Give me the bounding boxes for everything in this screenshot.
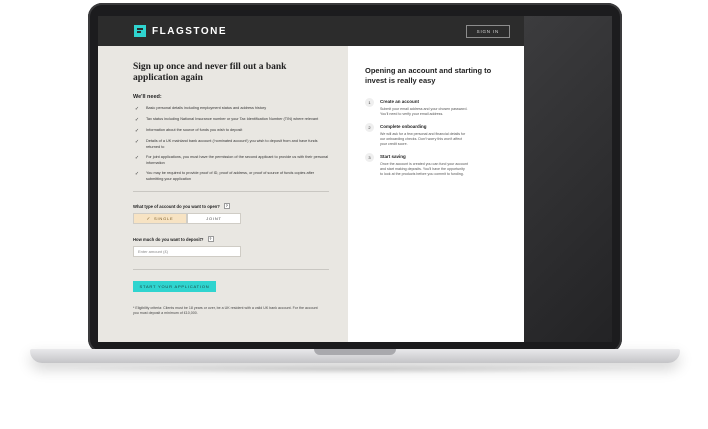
check-icon: ✓: [134, 171, 140, 177]
check-icon: ✓: [134, 155, 140, 161]
option-joint-label: JOINT: [206, 216, 222, 221]
account-type-toggle: ✓ SINGLE JOINT: [133, 213, 241, 224]
site-header: FLAGSTONE SIGN IN: [98, 16, 524, 46]
brand[interactable]: FLAGSTONE: [134, 25, 227, 37]
check-icon: ✓: [134, 139, 140, 145]
step-item: 1 Create an account Submit your email ad…: [365, 98, 510, 117]
option-single[interactable]: ✓ SINGLE: [133, 213, 187, 224]
step-description: Once the account is created you can fund…: [380, 162, 468, 176]
option-joint[interactable]: JOINT: [187, 213, 241, 224]
option-single-label: SINGLE: [154, 216, 174, 221]
section-divider: [133, 269, 329, 270]
info-panel: Opening an account and starting to inves…: [348, 46, 524, 342]
laptop-base-notch: [314, 349, 396, 355]
requirement-text: You may be required to provide proof of …: [146, 171, 315, 181]
step-description: We will ask for a few personal and finan…: [380, 132, 466, 146]
account-type-label: What type of account do you want to open…: [133, 203, 220, 209]
sign-in-button[interactable]: SIGN IN: [465, 24, 510, 38]
step-description: Submit your email address and your chose…: [380, 107, 468, 116]
signup-form-panel: Sign up once and never fill out a bank a…: [98, 46, 348, 342]
requirements-list: ✓ Basic personal details including emplo…: [133, 106, 332, 182]
step-number: 1: [365, 98, 374, 107]
steps-list: 1 Create an account Submit your email ad…: [365, 98, 510, 177]
requirement-item: ✓ Basic personal details including emplo…: [133, 106, 332, 112]
step-number: 2: [365, 123, 374, 132]
help-icon[interactable]: ?: [207, 236, 214, 242]
step-title: Complete onboarding: [380, 124, 427, 129]
check-icon: ✓: [146, 215, 152, 221]
laptop-shadow: [60, 364, 650, 374]
deposit-amount-input[interactable]: Enter amount (£): [133, 246, 241, 257]
requirement-text: Tax status including National Insurance …: [146, 117, 319, 121]
requirement-text: For joint applications, you must have th…: [146, 155, 329, 165]
requirement-text: Basic personal details including employm…: [146, 106, 267, 110]
check-icon: ✓: [134, 106, 140, 112]
step-item: 2 Complete onboarding We will ask for a …: [365, 123, 510, 147]
form-title: Sign up once and never fill out a bank a…: [133, 62, 287, 83]
check-icon: ✓: [134, 117, 140, 123]
section-divider: [133, 191, 329, 192]
help-icon[interactable]: ?: [223, 203, 230, 209]
deposit-label: How much do you want to deposit?: [133, 236, 204, 242]
laptop-screen: FLAGSTONE SIGN IN Sign up once and never…: [98, 16, 612, 342]
step-number: 3: [365, 153, 374, 162]
step-title: Start saving: [380, 154, 406, 159]
info-title: Opening an account and starting to inves…: [365, 66, 492, 85]
deposit-question: How much do you want to deposit? ?: [133, 236, 332, 242]
requirement-item: ✓ Details of a UK mainland bank account …: [133, 139, 332, 150]
step-item: 3 Start saving Once the account is creat…: [365, 153, 510, 177]
flagstone-logo-icon: [134, 25, 146, 37]
account-type-question: What type of account do you want to open…: [133, 203, 332, 209]
brand-name: FLAGSTONE: [152, 25, 227, 37]
check-icon: ✓: [134, 128, 140, 134]
step-title: Create an account: [380, 99, 420, 104]
requirement-item: ✓ For joint applications, you must have …: [133, 155, 332, 166]
eligibility-note: * Eligibility criteria: Clients must be …: [133, 306, 318, 315]
start-application-button[interactable]: START YOUR APPLICATION: [133, 281, 216, 292]
requirement-text: Details of a UK mainland bank account ('…: [146, 139, 318, 149]
requirements-heading: We'll need:: [133, 94, 162, 100]
screen-background: [524, 16, 612, 342]
requirement-text: Information about the source of funds yo…: [146, 128, 243, 132]
requirement-item: ✓ Information about the source of funds …: [133, 128, 332, 134]
requirement-item: ✓ You may be required to provide proof o…: [133, 171, 332, 182]
requirement-item: ✓ Tax status including National Insuranc…: [133, 117, 332, 123]
